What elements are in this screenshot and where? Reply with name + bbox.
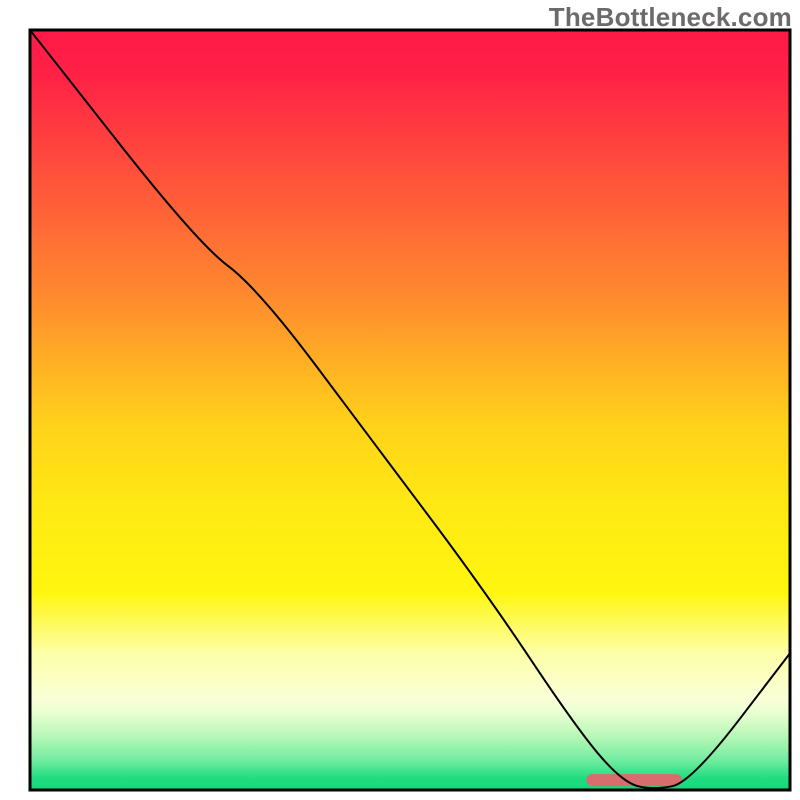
gradient-background (30, 30, 790, 790)
chart-svg (0, 0, 800, 800)
plot-area (30, 30, 790, 790)
watermark-text: TheBottleneck.com (549, 2, 792, 33)
chart-frame: TheBottleneck.com (0, 0, 800, 800)
